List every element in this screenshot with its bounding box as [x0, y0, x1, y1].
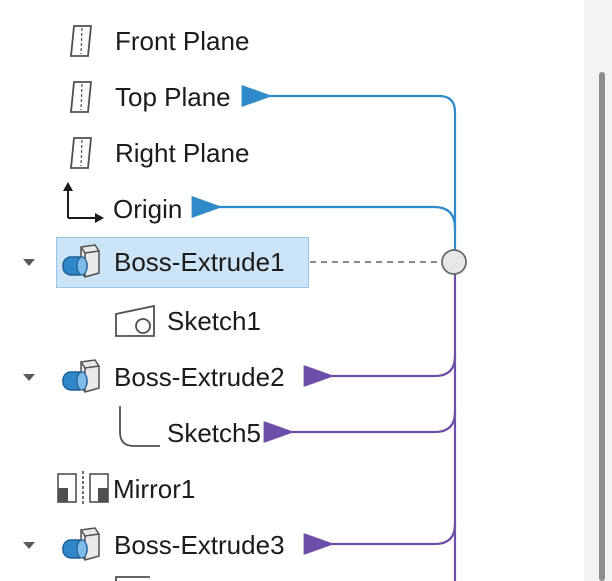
vertical-scrollbar[interactable] [584, 0, 612, 581]
dependency-hub-node [441, 249, 467, 275]
child-arrow-sketch5 [263, 411, 457, 443]
dependency-arrows [191, 85, 467, 581]
parent-arrow-origin [191, 196, 457, 229]
scrollbar-thumb[interactable] [599, 72, 605, 581]
child-arrow-boss-extrude3 [303, 523, 457, 555]
feature-tree: Front Plane Top Plane Right Plane Origin [0, 0, 584, 581]
parent-arrow-top-plane [241, 85, 457, 250]
child-arrow-boss-extrude2 [303, 355, 457, 387]
